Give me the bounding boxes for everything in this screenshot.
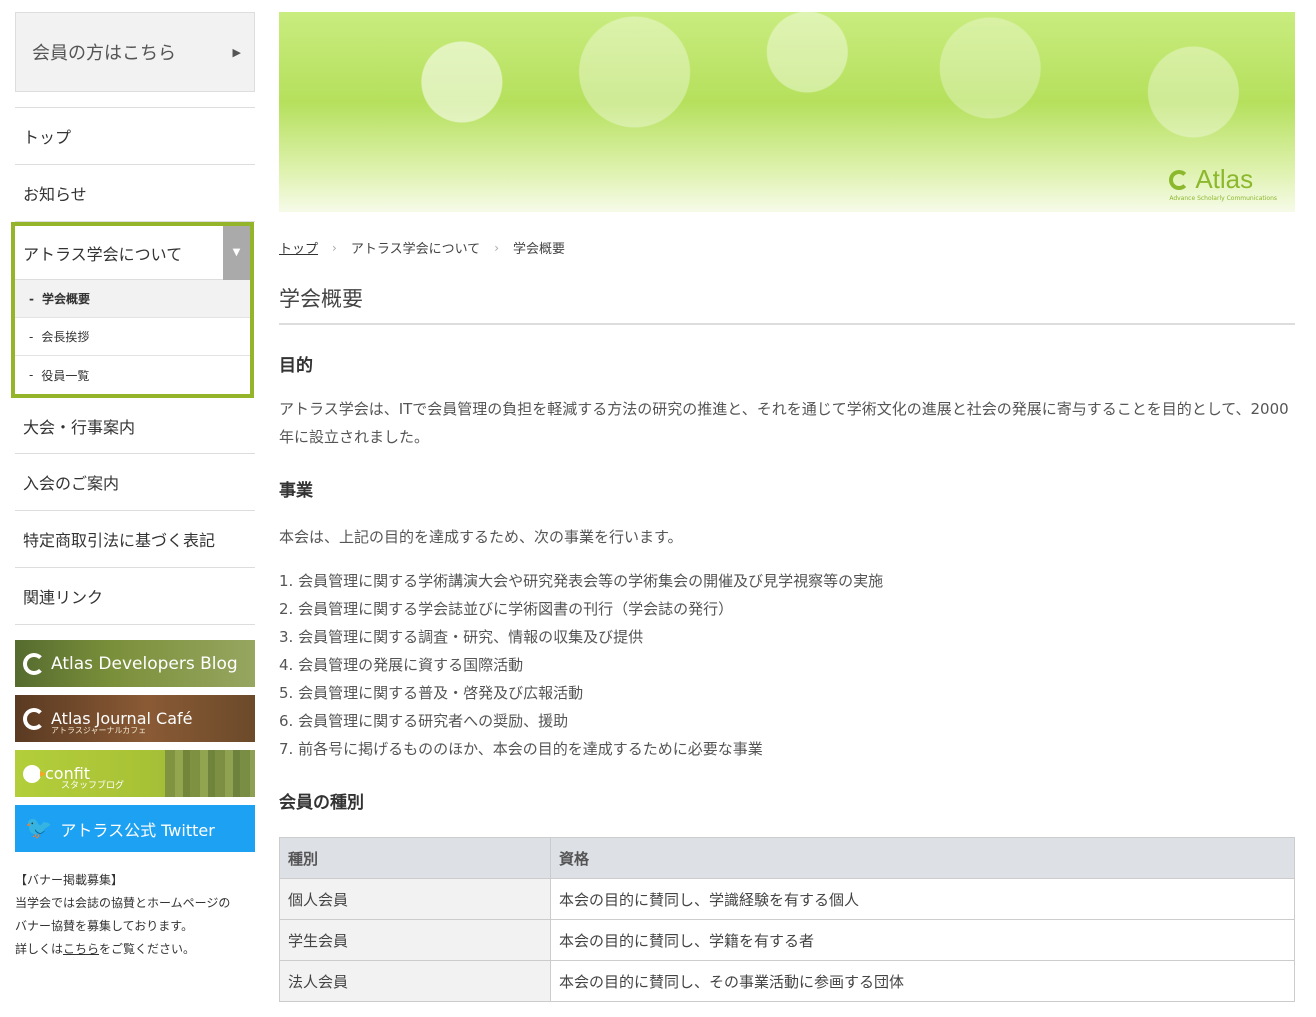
- chevron-down-icon[interactable]: ▼: [223, 225, 250, 280]
- chevron-right-icon: ›: [494, 240, 499, 255]
- column-header: 資格: [550, 837, 1295, 879]
- list-item: 1. 会員管理に関する学術講演大会や研究発表会等の学術集会の開催及び見学視察等の…: [279, 572, 884, 590]
- notice-line: バナー協賛を募集しております。: [15, 919, 194, 933]
- list-item: 2. 会員管理に関する学会誌並びに学術図書の刊行（学会誌の発行）: [279, 600, 734, 618]
- member-login-button[interactable]: 会員の方はこちら ▶: [15, 12, 255, 92]
- staff-photo: [165, 750, 255, 797]
- notice-link[interactable]: こちら: [63, 942, 99, 956]
- atlas-logo-icon: [23, 707, 45, 730]
- sidebar-subitem-overview[interactable]: - 学会概要: [15, 280, 250, 318]
- hero-banner: Atlas Advance Scholarly Communications: [279, 12, 1295, 212]
- sidebar-subitem-officers[interactable]: - 役員一覧: [15, 356, 250, 394]
- twitter-bird-icon: 🐦: [25, 816, 53, 841]
- banner-sublabel: アトラスジャーナルカフェ: [51, 726, 147, 735]
- brand-name: Atlas: [1195, 164, 1254, 194]
- sidebar-group-about: アトラス学会について ▼ - 学会概要 - 会長挨拶 - 役員一覧: [11, 222, 254, 398]
- sidebar-item-top[interactable]: トップ: [15, 108, 255, 165]
- sidebar: 会員の方はこちら ▶ トップ お知らせ アトラス学会について ▼ - 学会概要 …: [11, 12, 255, 961]
- banner-list: Atlas Developers Blog Atlas Journal Café…: [15, 640, 255, 852]
- triangle-right-icon: ▶: [232, 45, 241, 59]
- list-item: 4. 会員管理の発展に資する国際活動: [279, 656, 524, 674]
- atlas-brand: Atlas Advance Scholarly Communications: [1169, 164, 1277, 202]
- section-heading-member-types: 会員の種別: [279, 793, 364, 813]
- table-row: 学生会員 本会の目的に賛同し、学籍を有する者: [279, 919, 1295, 961]
- notice-line: 詳しくはこちらをご覧ください。: [15, 942, 196, 956]
- business-intro: 本会は、上記の目的を達成するため、次の事業を行います。: [279, 528, 683, 546]
- section-heading-business: 事業: [279, 481, 313, 501]
- column-header: 種別: [279, 837, 551, 879]
- table-row: 個人会員 本会の目的に賛同し、学識経験を有する個人: [279, 878, 1295, 920]
- table-cell: 学生会員: [279, 919, 551, 961]
- table-cell: 本会の目的に賛同し、学識経験を有する個人: [550, 878, 1295, 920]
- breadcrumb-current: 学会概要: [513, 242, 566, 257]
- confit-chick-icon: [23, 764, 46, 783]
- member-types-table: 種別 資格 個人会員 本会の目的に賛同し、学識経験を有する個人 学生会員 本会の…: [279, 837, 1295, 1002]
- breadcrumb-section: アトラス学会について: [350, 242, 481, 257]
- notice-title: 【バナー掲載募集】: [15, 873, 124, 887]
- purpose-text: アトラス学会は、ITで会員管理の負担を軽減する方法の研究の推進と、それを通じて学…: [279, 400, 1289, 446]
- notice-line: 当学会では会誌の協賛とホームページの: [15, 896, 231, 910]
- brand-tagline: Advance Scholarly Communications: [1169, 195, 1277, 202]
- sidebar-item-join[interactable]: 入会のご案内: [15, 454, 255, 511]
- breadcrumb: トップ › アトラス学会について › 学会概要: [279, 238, 1295, 258]
- member-login-label: 会員の方はこちら: [32, 43, 176, 64]
- list-item: 5. 会員管理に関する普及・啓発及び広報活動: [279, 684, 584, 702]
- sidebar-subitem-label: 会長挨拶: [41, 330, 90, 344]
- sidebar-item-about[interactable]: アトラス学会について ▼: [15, 225, 250, 280]
- atlas-logo-icon: [1169, 169, 1190, 190]
- table-row: 法人会員 本会の目的に賛同し、その事業活動に参画する団体: [279, 960, 1295, 1002]
- sidebar-item-links[interactable]: 関連リンク: [15, 568, 255, 625]
- banner-confit-staff-blog[interactable]: confit スタッフブログ: [15, 750, 255, 797]
- banner-journal-cafe[interactable]: Atlas Journal Café アトラスジャーナルカフェ: [15, 695, 255, 742]
- list-item: 3. 会員管理に関する調査・研究、情報の収集及び提供: [279, 628, 644, 646]
- breadcrumb-home[interactable]: トップ: [279, 238, 318, 257]
- table-cell: 本会の目的に賛同し、その事業活動に参画する団体: [550, 960, 1295, 1002]
- table-cell: 法人会員: [279, 960, 551, 1002]
- table-cell: 本会の目的に賛同し、学籍を有する者: [550, 919, 1295, 961]
- sidebar-subitem-greeting[interactable]: - 会長挨拶: [15, 318, 250, 356]
- banner-label: Atlas Developers Blog: [51, 653, 238, 674]
- list-item: 6. 会員管理に関する研究者への奨励、援助: [279, 712, 569, 730]
- sidebar-item-news[interactable]: お知らせ: [15, 165, 255, 222]
- page-title: 学会概要: [279, 283, 1295, 325]
- banner-sublabel: スタッフブログ: [61, 781, 125, 791]
- sidebar-subitem-label: 学会概要: [41, 292, 90, 306]
- atlas-logo-icon: [23, 652, 45, 675]
- table-header-row: 種別 資格: [279, 837, 1295, 879]
- section-heading-purpose: 目的: [279, 356, 313, 376]
- sidebar-item-about-label: アトラス学会について: [23, 244, 183, 264]
- banner-recruit-notice: 【バナー掲載募集】 当学会では会誌の協賛とホームページの バナー協賛を募集してお…: [15, 869, 255, 961]
- list-item: 7. 前各号に掲げるもののほか、本会の目的を達成するために必要な事業: [279, 740, 763, 758]
- banner-developers-blog[interactable]: Atlas Developers Blog: [15, 640, 255, 687]
- main-content: Atlas Advance Scholarly Communications ト…: [279, 12, 1295, 1002]
- business-list: 1. 会員管理に関する学術講演大会や研究発表会等の学術集会の開催及び見学視察等の…: [279, 567, 1295, 763]
- chevron-right-icon: ›: [332, 240, 337, 255]
- sidebar-subitem-label: 役員一覧: [41, 368, 90, 383]
- table-cell: 個人会員: [279, 878, 551, 920]
- sidebar-item-events[interactable]: 大会・行事案内: [15, 398, 255, 454]
- sidebar-item-law[interactable]: 特定商取引法に基づく表記: [15, 511, 255, 568]
- nav-divider: [15, 92, 255, 108]
- banner-label: アトラス公式 Twitter: [60, 820, 215, 840]
- banner-twitter[interactable]: 🐦 アトラス公式 Twitter: [15, 805, 255, 852]
